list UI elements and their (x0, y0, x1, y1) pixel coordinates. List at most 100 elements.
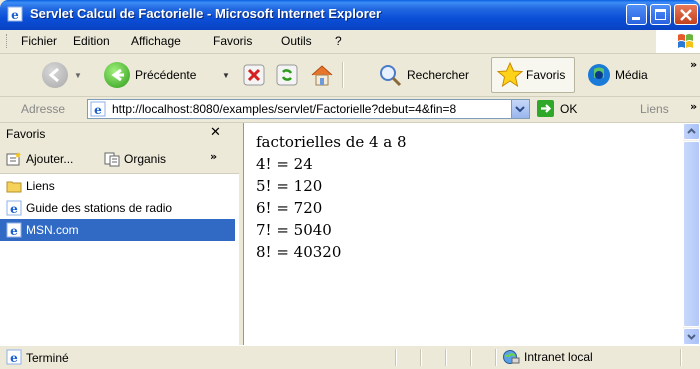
favorites-pane-close-icon[interactable]: ✕ (210, 125, 221, 140)
intranet-globe-icon (503, 350, 520, 364)
green-back-icon (104, 62, 130, 88)
back-button[interactable] (42, 59, 68, 91)
favorite-item-radio-guide[interactable]: e Guide des stations de radio (0, 197, 235, 219)
ie-page-icon: e (6, 222, 22, 238)
scroll-down-button[interactable] (683, 328, 700, 345)
svg-text:e: e (10, 224, 18, 238)
forward-dropdown[interactable]: ▼ (222, 59, 230, 91)
favorites-pane-toolbar: Ajouter... Organis » (0, 145, 239, 174)
favorites-button-content[interactable]: Favoris (496, 59, 565, 91)
stop-button[interactable] (242, 59, 266, 91)
minimize-icon (632, 17, 640, 20)
status-separator (495, 349, 497, 366)
ie-app-icon: e (7, 6, 23, 22)
menu-favoris[interactable]: Favoris (213, 34, 252, 48)
search-icon (380, 65, 402, 87)
maximize-icon (655, 9, 666, 20)
menu-edition[interactable]: Edition (73, 34, 110, 48)
favorite-item-label: Liens (26, 179, 55, 193)
media-icon (588, 64, 610, 86)
chevron-up-icon (687, 128, 696, 134)
result-line: 5! = 120 (256, 177, 323, 195)
organize-button[interactable]: Organis (104, 151, 166, 167)
maximize-button[interactable] (650, 4, 671, 25)
svg-text:e: e (11, 8, 19, 22)
vertical-scrollbar[interactable] (683, 123, 700, 345)
home-button[interactable] (309, 59, 335, 91)
address-bar: Adresse e http://localhost:8080/examples… (0, 97, 700, 123)
menu-fichier[interactable]: Fichier (21, 34, 57, 48)
search-button[interactable]: Rechercher (378, 59, 469, 91)
status-text: Terminé (26, 351, 69, 365)
status-bar: e Terminé Intranet local (0, 345, 700, 369)
status-separator (420, 349, 422, 366)
back-arrow-icon (42, 62, 68, 88)
precedente-label: Précédente (135, 68, 197, 82)
menu-outils[interactable]: Outils (281, 34, 312, 48)
minimize-button[interactable] (626, 4, 647, 25)
add-favorite-icon (6, 152, 21, 166)
chevron-down-icon: ▼ (222, 70, 230, 80)
stop-icon (243, 64, 265, 86)
svg-text:e: e (94, 103, 102, 117)
refresh-button[interactable] (275, 59, 299, 91)
chevron-down-icon (515, 106, 525, 113)
favorite-item-msn[interactable]: e MSN.com (0, 219, 235, 241)
organize-label: Organis (124, 152, 167, 166)
page-heading: factorielles de 4 a 8 (256, 133, 407, 151)
close-button[interactable] (674, 4, 698, 25)
browser-window: e Servlet Calcul de Factorielle - Micros… (0, 0, 700, 369)
favorites-pane-title: Favoris (6, 127, 46, 141)
media-label: Média (615, 68, 648, 82)
result-line: 8! = 40320 (256, 243, 342, 261)
favorite-item-label: Guide des stations de radio (26, 201, 173, 215)
precedente-button[interactable]: Précédente (104, 59, 196, 91)
svg-text:e: e (10, 202, 18, 216)
ie-page-icon: e (90, 101, 106, 117)
toolbar-overflow-icon[interactable]: » (690, 58, 697, 71)
chevron-down-icon: ▼ (74, 70, 82, 80)
address-input[interactable]: e http://localhost:8080/examples/servlet… (87, 99, 530, 119)
status-separator (470, 349, 472, 366)
status-separator (445, 349, 447, 366)
favorites-pane-header: Favoris ✕ (0, 123, 239, 145)
menu-affichage[interactable]: Affichage (131, 34, 181, 48)
toolbar: ▼ Précédente ▼ Rechercher Favoris Média … (0, 54, 700, 97)
windows-logo (656, 30, 700, 53)
menu-help[interactable]: ? (335, 34, 342, 48)
windows-flag-icon (678, 34, 693, 48)
ie-page-icon: e (6, 349, 22, 365)
page-content: factorielles de 4 a 8 4! = 24 5! = 120 6… (243, 123, 683, 345)
folder-icon (6, 181, 22, 193)
favorite-item-liens[interactable]: Liens (0, 175, 235, 197)
scroll-up-button[interactable] (683, 123, 700, 140)
menu-bar: Fichier Edition Affichage Favoris Outils… (0, 30, 700, 54)
address-url: http://localhost:8080/examples/servlet/F… (112, 102, 457, 116)
refresh-icon (276, 64, 298, 86)
back-dropdown[interactable]: ▼ (74, 59, 82, 91)
status-separator (680, 349, 682, 366)
home-icon (311, 65, 333, 86)
pane-toolbar-overflow-icon[interactable]: » (210, 150, 217, 163)
toolbar-separator (342, 62, 344, 88)
address-dropdown[interactable] (511, 100, 529, 118)
result-line: 7! = 5040 (256, 221, 332, 239)
svg-text:e: e (10, 351, 18, 365)
go-arrow-icon (537, 100, 554, 117)
menubar-grip (6, 34, 9, 48)
security-zone: Intranet local (502, 349, 593, 365)
zone-label: Intranet local (524, 350, 593, 364)
star-icon (496, 61, 524, 88)
scroll-thumb[interactable] (683, 141, 700, 327)
ie-page-icon: e (6, 200, 22, 216)
media-button[interactable]: Média (586, 59, 648, 91)
go-button[interactable]: OK (537, 100, 577, 117)
links-overflow-icon[interactable]: » (690, 100, 697, 113)
title-bar[interactable]: e Servlet Calcul de Factorielle - Micros… (0, 0, 700, 30)
add-favorite-label: Ajouter... (26, 152, 74, 166)
window-title: Servlet Calcul de Factorielle - Microsof… (30, 6, 382, 21)
add-favorite-button[interactable]: Ajouter... (6, 151, 73, 167)
links-button[interactable]: Liens (640, 102, 669, 116)
result-line: 6! = 720 (256, 199, 323, 217)
chevron-down-icon (687, 334, 696, 340)
